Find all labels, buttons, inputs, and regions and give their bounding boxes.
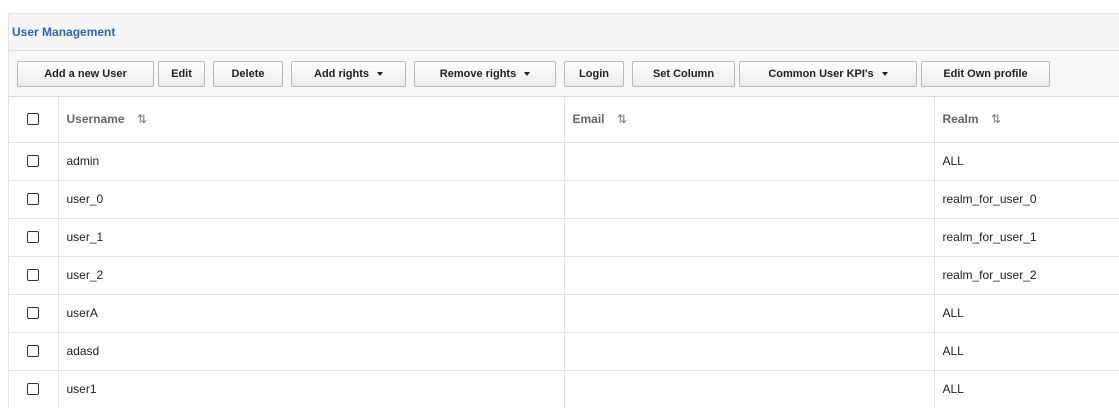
table-row[interactable]: user1 ALL	[9, 370, 1119, 408]
row-checkbox[interactable]	[27, 306, 40, 319]
set-column-button[interactable]: Set Column	[632, 61, 735, 87]
select-all-cell	[9, 97, 59, 143]
delete-button[interactable]: Delete	[213, 61, 283, 87]
username-cell: user_2	[58, 256, 565, 295]
login-button[interactable]: Login	[564, 61, 624, 87]
chevron-down-icon	[377, 72, 383, 76]
username-cell: user_1	[58, 218, 565, 257]
page-title: User Management	[12, 25, 116, 39]
row-select-cell	[9, 142, 59, 181]
add-new-user-label: Add a new User	[44, 68, 127, 80]
email-cell	[564, 370, 935, 408]
sort-icon[interactable]: ⇅	[991, 112, 1001, 126]
row-checkbox[interactable]	[27, 383, 40, 396]
table-row[interactable]: admin ALL	[9, 142, 1119, 181]
delete-label: Delete	[231, 68, 265, 80]
sort-icon[interactable]: ⇅	[617, 112, 627, 126]
column-header-email[interactable]: Email ⇅	[564, 97, 935, 143]
row-select-cell	[9, 332, 59, 371]
add-rights-label: Add rights	[314, 68, 369, 80]
remove-rights-dropdown-button[interactable]: Remove rights	[414, 61, 556, 87]
login-label: Login	[579, 68, 609, 80]
sort-icon[interactable]: ⇅	[137, 112, 147, 126]
remove-rights-label: Remove rights	[439, 68, 517, 80]
realm-cell: ALL	[934, 294, 1119, 333]
row-select-cell	[9, 370, 59, 408]
table-header-row: Username ⇅ Email ⇅ Realm ⇅	[9, 97, 1119, 143]
column-realm-label: Realm	[942, 112, 979, 127]
chevron-down-icon	[524, 72, 531, 76]
row-checkbox[interactable]	[27, 192, 40, 205]
realm-cell: realm_for_user_0	[934, 180, 1119, 219]
row-checkbox[interactable]	[27, 230, 40, 243]
row-checkbox[interactable]	[27, 268, 40, 281]
column-header-username[interactable]: Username ⇅	[58, 97, 565, 143]
common-user-kpis-label: Common User KPI's	[768, 68, 874, 80]
edit-label: Edit	[171, 68, 192, 80]
row-checkbox[interactable]	[27, 344, 40, 357]
username-cell: admin	[58, 142, 565, 181]
username-cell: user_0	[58, 180, 565, 219]
user-management-panel: User Management Add a new User Edit Dele…	[8, 13, 1119, 408]
email-cell	[564, 332, 935, 371]
realm-cell: ALL	[934, 142, 1119, 181]
column-header-realm[interactable]: Realm ⇅	[934, 97, 1119, 143]
row-select-cell	[9, 180, 59, 219]
column-username-label: Username	[66, 112, 125, 127]
set-column-label: Set Column	[652, 68, 715, 80]
email-cell	[564, 218, 935, 257]
common-user-kpis-dropdown-button[interactable]: Common User KPI's	[739, 61, 917, 87]
add-rights-dropdown-button[interactable]: Add rights	[291, 61, 406, 87]
panel-header: User Management	[9, 14, 1119, 51]
table-row[interactable]: user_2 realm_for_user_2	[9, 256, 1119, 295]
email-cell	[564, 142, 935, 181]
realm-cell: ALL	[934, 370, 1119, 408]
add-new-user-button[interactable]: Add a new User	[17, 61, 154, 87]
table-row[interactable]: userA ALL	[9, 294, 1119, 333]
toolbar: Add a new User Edit Delete Add rights Re…	[9, 51, 1119, 97]
table-row[interactable]: user_1 realm_for_user_1	[9, 218, 1119, 257]
edit-button[interactable]: Edit	[158, 61, 205, 87]
chevron-down-icon	[881, 72, 888, 76]
row-select-cell	[9, 218, 59, 257]
realm-cell: realm_for_user_2	[934, 256, 1119, 295]
column-email-label: Email	[572, 112, 605, 127]
edit-own-profile-button[interactable]: Edit Own profile	[921, 61, 1050, 87]
email-cell	[564, 294, 935, 333]
edit-own-profile-label: Edit Own profile	[943, 68, 1028, 80]
row-select-cell	[9, 294, 59, 333]
realm-cell: ALL	[934, 332, 1119, 371]
row-checkbox[interactable]	[27, 154, 40, 167]
username-cell: user1	[58, 370, 565, 408]
email-cell	[564, 180, 935, 219]
row-select-cell	[9, 256, 59, 295]
table-row[interactable]: user_0 realm_for_user_0	[9, 180, 1119, 219]
select-all-checkbox[interactable]	[27, 113, 40, 126]
table-row[interactable]: adasd ALL	[9, 332, 1119, 371]
users-table: Username ⇅ Email ⇅ Realm ⇅ admin ALL use…	[9, 97, 1119, 408]
realm-cell: realm_for_user_1	[934, 218, 1119, 257]
email-cell	[564, 256, 935, 295]
username-cell: adasd	[58, 332, 565, 371]
username-cell: userA	[58, 294, 565, 333]
